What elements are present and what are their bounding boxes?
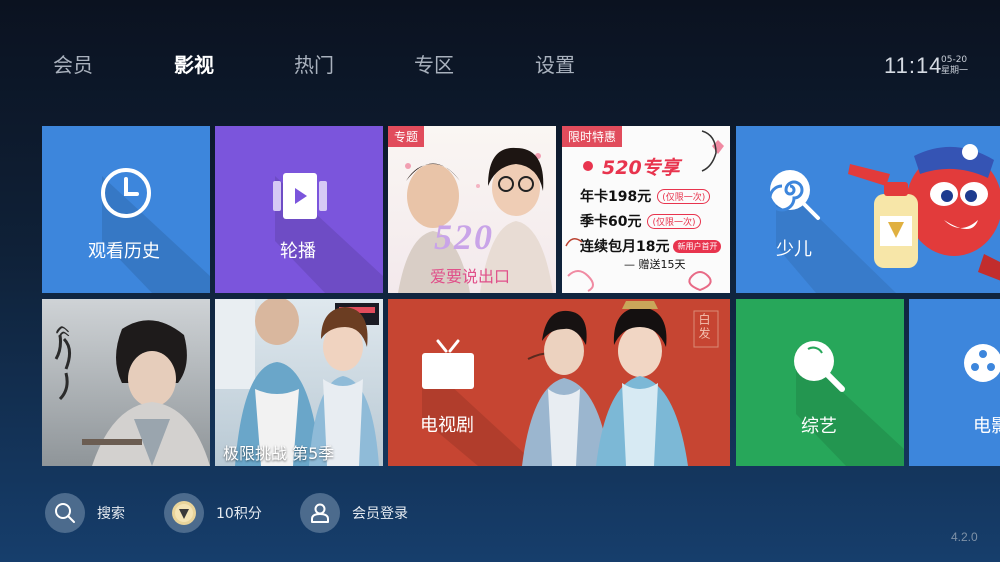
tile-kids[interactable]: 少儿 bbox=[736, 126, 1000, 293]
deal-badge: 限时特惠 bbox=[562, 126, 623, 147]
nav-tab-settings[interactable]: 设置 bbox=[535, 49, 575, 78]
tile-label: 少儿 bbox=[776, 239, 812, 260]
user-icon bbox=[311, 503, 329, 523]
search-label: 搜索 bbox=[97, 506, 125, 522]
date-text: 05-20 bbox=[941, 55, 968, 65]
tv-icon bbox=[422, 339, 474, 389]
tile-label: 观看历史 bbox=[88, 241, 160, 262]
tile-drama-poster[interactable]: ᨑ bbox=[42, 299, 210, 466]
play-icon bbox=[273, 173, 327, 219]
search-icon-circle bbox=[45, 493, 85, 533]
tile-watch-history[interactable]: 观看历史 bbox=[42, 126, 210, 293]
nav-tab-video[interactable]: 影视 bbox=[174, 49, 214, 78]
deal-note: (仅限一次) bbox=[647, 213, 701, 229]
tile-movie[interactable]: 电影 bbox=[909, 299, 1000, 466]
lollipop-icon bbox=[768, 170, 820, 220]
poster-caption: 爱要说出口 bbox=[430, 267, 511, 286]
clock-time: 11:14 bbox=[884, 53, 943, 78]
search-icon bbox=[55, 503, 75, 523]
tile-label: 电视剧 bbox=[420, 415, 474, 436]
show-caption: 极限挑战 第5季 bbox=[223, 444, 335, 463]
tv-series-stamp: 白发 bbox=[697, 313, 711, 341]
cartoon-plane-character bbox=[848, 144, 1000, 281]
version-text: 4.2.0 bbox=[951, 530, 978, 544]
deal-line-text: 连续包月18元 bbox=[580, 239, 670, 255]
deal-note: (仅限一次) bbox=[657, 188, 711, 204]
tile-label: 电影 bbox=[973, 416, 1000, 437]
tile-label: 轮播 bbox=[280, 241, 316, 262]
tile-carousel[interactable]: 轮播 bbox=[215, 126, 383, 293]
tile-520-special[interactable]: 专题 520 爱要说出口 bbox=[388, 126, 556, 293]
tile-label: 综艺 bbox=[801, 416, 837, 437]
deal-title: 520专享 bbox=[602, 157, 680, 179]
deal-line-1: 年卡198元 (仅限一次) bbox=[580, 186, 711, 206]
tile-show-poster[interactable]: 极限挑战 第5季 bbox=[215, 299, 383, 466]
nav-tab-hot[interactable]: 热门 bbox=[294, 49, 334, 78]
special-badge: 专题 bbox=[388, 126, 425, 147]
nav-tab-vip[interactable]: 会员 bbox=[53, 49, 93, 78]
top-nav: 会员 影视 热门 专区 设置 11:14 05-20 星期一 bbox=[0, 0, 1000, 110]
poster-illustration: ᨑ bbox=[53, 317, 210, 466]
nav-tab-zone[interactable]: 专区 bbox=[414, 49, 454, 78]
points-icon-circle bbox=[164, 493, 204, 533]
login-icon-circle bbox=[300, 493, 340, 533]
deal-line-4: — 赠送15天 bbox=[624, 258, 686, 271]
clock-icon bbox=[101, 168, 151, 218]
clock-date: 05-20 星期一 bbox=[941, 55, 968, 77]
points-label: 10积分 bbox=[216, 506, 262, 522]
deal-line-2: 季卡60元 (仅限一次) bbox=[580, 211, 701, 231]
search-button[interactable]: 搜索 bbox=[45, 493, 125, 533]
tile-tv-series[interactable]: 电视剧 白发 bbox=[388, 299, 730, 466]
deal-line-text: 季卡60元 bbox=[580, 214, 642, 230]
deal-note: 新用户首开 bbox=[673, 239, 722, 253]
film-reel-icon bbox=[964, 344, 1000, 382]
svg-text:ᨑ: ᨑ bbox=[53, 317, 74, 345]
member-login-button[interactable]: 会员登录 bbox=[300, 493, 408, 533]
microphone-icon bbox=[794, 341, 845, 392]
login-label: 会员登录 bbox=[352, 506, 408, 522]
poster-520-text: 520 bbox=[434, 217, 494, 257]
weekday-text: 星期一 bbox=[941, 66, 969, 76]
deal-line-text: 年卡198元 bbox=[580, 189, 652, 205]
tile-limited-deal[interactable]: 限时特惠 520专享 年卡198元 (仅限一次) 季卡60元 (仅限一次) 连续… bbox=[562, 126, 730, 293]
deal-line-3: 连续包月18元 新用户首开 bbox=[580, 236, 722, 256]
points-button[interactable]: 10积分 bbox=[164, 493, 262, 533]
tile-variety[interactable]: 综艺 bbox=[736, 299, 904, 466]
coin-icon bbox=[172, 501, 196, 525]
